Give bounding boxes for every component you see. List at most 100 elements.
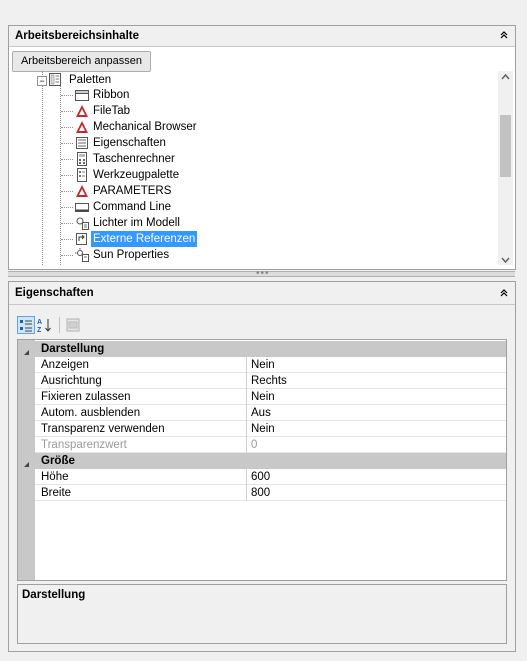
tree-item-label: Lichter im Modell — [93, 217, 180, 229]
svg-text:Z: Z — [37, 327, 42, 333]
property-row[interactable]: Höhe 600 — [35, 469, 506, 485]
tree-guide-line — [61, 223, 73, 224]
property-key: Ausrichtung — [41, 375, 102, 387]
tree-item[interactable]: Lichter im Modell — [9, 215, 497, 231]
tree-guide-line — [61, 207, 73, 208]
autocad-icon — [75, 104, 89, 118]
property-grid: Darstellung Anzeigen Nein Ausrichtung Rechts… — [17, 339, 507, 581]
property-row[interactable]: Anzeigen Nein — [35, 357, 506, 373]
property-row[interactable]: Fixieren zulassen Nein — [35, 389, 506, 405]
property-row[interactable]: Breite 800 — [35, 485, 506, 501]
scroll-down-icon[interactable] — [501, 253, 510, 267]
column-divider — [246, 357, 247, 373]
property-value[interactable]: 0 — [251, 437, 257, 453]
lights-icon — [75, 216, 89, 230]
tree-item-label: Externe Referenzen — [91, 231, 198, 247]
property-value[interactable]: 800 — [251, 485, 270, 501]
column-divider — [246, 405, 247, 421]
scroll-thumb[interactable] — [500, 115, 511, 177]
property-row[interactable]: Transparenzwert 0 — [35, 437, 506, 453]
alphabetical-icon: AZ — [37, 319, 51, 334]
category-label: Darstellung — [41, 343, 105, 355]
property-value[interactable]: Nein — [251, 389, 275, 405]
collapse-icon[interactable] — [497, 29, 511, 43]
column-divider — [246, 485, 247, 501]
autocad-icon — [75, 120, 89, 134]
tree-guide-line — [61, 95, 73, 96]
command-line-icon — [75, 200, 89, 214]
customize-workspace-button[interactable]: Arbeitsbereich anpassen — [12, 51, 151, 72]
tree-guide-line — [61, 191, 73, 192]
tree-item-label: Eigenschaften — [93, 137, 166, 149]
properties-panel: Eigenschaften AZ Darstellung Anzeigen Nein… — [8, 281, 516, 652]
tree-item[interactable]: FileTab — [9, 103, 497, 119]
tree-item[interactable]: Command Line — [9, 199, 497, 215]
tree-guide-line — [61, 255, 73, 256]
expand-triangle-icon[interactable] — [23, 345, 30, 361]
palette-tree[interactable]: − Paletten Ribbon FileTab Mechanical Brows… — [9, 71, 497, 265]
column-divider — [246, 389, 247, 405]
tree-item[interactable]: Externe Referenzen — [9, 231, 497, 247]
property-value[interactable]: Nein — [251, 421, 275, 437]
tree-guide-line — [61, 159, 73, 160]
xref-icon — [75, 232, 89, 246]
tree-item[interactable]: Werkzeugpalette — [9, 167, 497, 183]
property-key: Anzeigen — [41, 359, 89, 371]
description-title: Darstellung — [22, 589, 86, 601]
panel-splitter[interactable]: ••• — [8, 268, 515, 279]
property-value[interactable]: 600 — [251, 469, 270, 485]
tree-item-label: Taschenrechner — [93, 153, 175, 165]
property-row[interactable]: Transparenz verwenden Nein — [35, 421, 506, 437]
tree-guide-line — [61, 143, 73, 144]
workspace-contents-panel: Arbeitsbereichsinhalte Arbeitsbereich an… — [8, 25, 516, 270]
property-row[interactable]: Autom. ausblenden Aus — [35, 405, 506, 421]
description-area: Darstellung — [17, 584, 507, 644]
svg-text:A: A — [37, 319, 42, 326]
calculator-icon — [75, 152, 89, 166]
property-row[interactable]: Ausrichtung Rechts — [35, 373, 506, 389]
property-key: Fixieren zulassen — [41, 391, 131, 403]
tree-item[interactable]: Ribbon — [9, 87, 497, 103]
tree-expander-icon[interactable]: − — [37, 76, 47, 86]
property-pages-button[interactable] — [65, 317, 81, 333]
tree-guide-line — [61, 175, 73, 176]
property-value[interactable]: Rechts — [251, 373, 287, 389]
categorized-view-button[interactable] — [17, 316, 35, 334]
property-key: Höhe — [41, 471, 69, 483]
tree-item[interactable]: PARAMETERS — [9, 183, 497, 199]
autocad-icon — [75, 184, 89, 198]
properties-title: Eigenschaften — [15, 287, 94, 299]
category-row[interactable]: Darstellung — [18, 341, 506, 357]
tree-scrollbar[interactable] — [498, 71, 513, 265]
property-value[interactable]: Aus — [251, 405, 271, 421]
sun-properties-icon — [75, 248, 89, 262]
categorized-icon — [20, 320, 32, 332]
tree-guide-line — [61, 127, 73, 128]
tree-item[interactable]: Sun Properties — [9, 247, 497, 263]
column-divider — [246, 437, 247, 453]
scroll-up-icon[interactable] — [501, 73, 510, 83]
tree-guide-line — [61, 239, 73, 240]
alphabetical-view-button[interactable]: AZ — [37, 317, 55, 334]
collapse-icon[interactable] — [497, 287, 511, 301]
properties-header: Eigenschaften — [9, 282, 515, 305]
property-value[interactable]: Nein — [251, 357, 275, 373]
category-label: Größe — [41, 455, 75, 467]
tool-palette-icon — [75, 168, 89, 182]
column-divider — [246, 373, 247, 389]
tree-item[interactable]: Eigenschaften — [9, 135, 497, 151]
workspace-contents-header: Arbeitsbereichsinhalte — [9, 26, 515, 47]
tree-item[interactable]: Mechanical Browser — [9, 119, 497, 135]
tree-root-label[interactable]: Paletten — [69, 72, 111, 88]
tree-item[interactable]: Taschenrechner — [9, 151, 497, 167]
property-key: Transparenzwert — [41, 439, 127, 451]
ribbon-icon — [75, 88, 89, 102]
tree-item-label: FileTab — [93, 105, 131, 117]
expand-triangle-icon[interactable] — [23, 457, 30, 473]
properties-icon — [75, 136, 89, 150]
toolbar-separator — [59, 317, 60, 333]
splitter-grip-icon: ••• — [256, 268, 270, 279]
tree-item-label: Command Line — [93, 201, 171, 213]
property-key: Autom. ausblenden — [41, 407, 141, 419]
category-row[interactable]: Größe — [18, 453, 506, 469]
